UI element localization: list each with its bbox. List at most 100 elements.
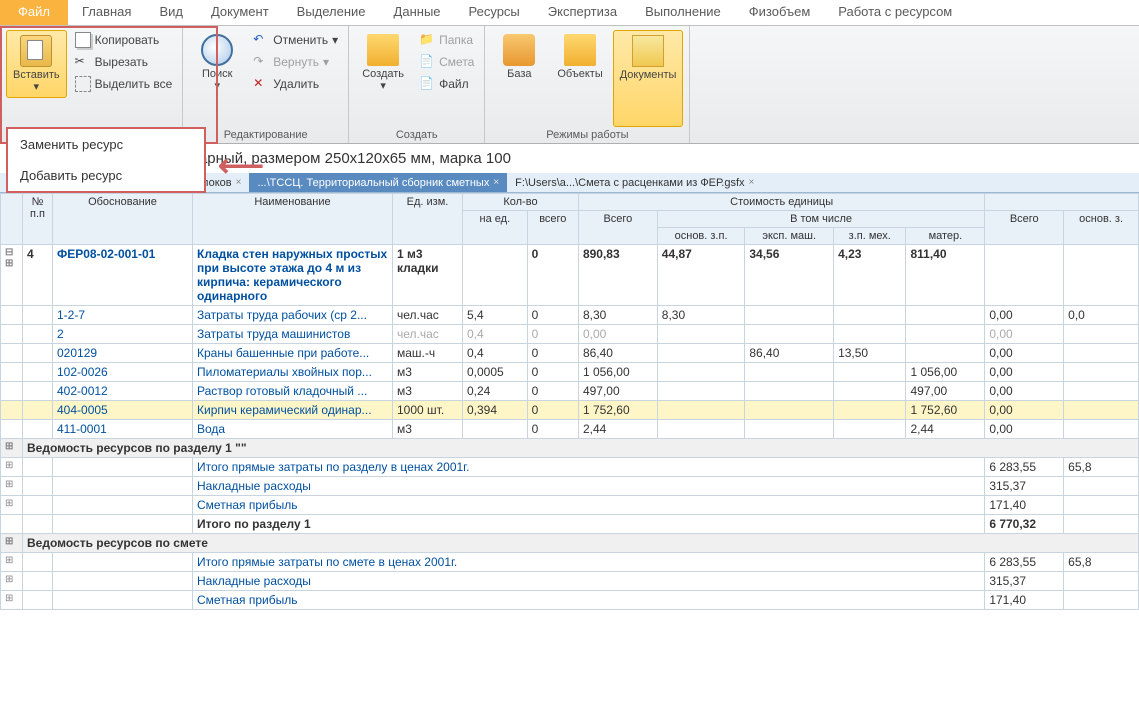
col-gbase[interactable]: основ. з. [1064, 211, 1139, 245]
cell[interactable]: чел.час [393, 306, 463, 325]
col-costtot[interactable]: Всего [578, 211, 657, 245]
col-no[interactable]: №п.п [23, 194, 53, 245]
cell[interactable]: 102-0026 [53, 363, 193, 382]
folder-button[interactable]: 📁Папка [415, 30, 478, 50]
documents-button[interactable]: Документы [613, 30, 684, 127]
cut-button[interactable]: ✂Вырезать [71, 52, 177, 72]
cell[interactable] [1064, 363, 1139, 382]
cell[interactable]: 1000 шт. [393, 401, 463, 420]
cell[interactable]: 0,24 [463, 382, 528, 401]
cell-name[interactable]: Вода [193, 420, 393, 439]
cell[interactable]: 86,40 [578, 344, 657, 363]
cell-name[interactable]: Кирпич керамический одинар... [193, 401, 393, 420]
cell[interactable] [23, 363, 53, 382]
cell[interactable] [1064, 344, 1139, 363]
expand-toggle[interactable] [1, 363, 23, 382]
close-icon[interactable]: × [493, 177, 499, 188]
cell[interactable]: 1 056,00 [578, 363, 657, 382]
col-gtotal[interactable]: Всего [985, 211, 1064, 245]
expand-toggle[interactable] [1, 306, 23, 325]
tab-main[interactable]: Главная [68, 0, 145, 25]
cell[interactable]: 0,0005 [463, 363, 528, 382]
cell[interactable] [834, 382, 906, 401]
cell[interactable]: 0 [527, 344, 578, 363]
cell-name[interactable]: Пиломатериалы хвойных пор... [193, 363, 393, 382]
col-qtytot[interactable]: всего [527, 211, 578, 245]
cell[interactable]: 0 [527, 401, 578, 420]
expand-toggle[interactable] [1, 325, 23, 344]
copy-button[interactable]: Копировать [71, 30, 177, 50]
cell[interactable] [463, 245, 528, 306]
cell[interactable]: 0,00 [985, 401, 1064, 420]
cell[interactable] [906, 306, 985, 325]
cell[interactable]: 0,00 [578, 325, 657, 344]
cell[interactable] [23, 420, 53, 439]
cell[interactable] [745, 382, 834, 401]
cell[interactable] [657, 420, 745, 439]
objects-button[interactable]: Объекты [551, 30, 608, 127]
cell[interactable] [834, 306, 906, 325]
cell[interactable] [657, 363, 745, 382]
cell-name[interactable]: Кладка стен наружных простых при высоте … [193, 245, 393, 306]
expand-toggle[interactable]: ⊟ ⊞ [1, 245, 23, 306]
cell[interactable] [1064, 325, 1139, 344]
cell[interactable]: м3 [393, 363, 463, 382]
col-cost[interactable]: Стоимость единицы [578, 194, 984, 211]
cell[interactable] [834, 420, 906, 439]
cell[interactable]: 0,0 [1064, 306, 1139, 325]
cell[interactable] [23, 344, 53, 363]
section-row[interactable]: ⊞Ведомость ресурсов по смете [1, 534, 1139, 553]
cell[interactable]: 890,83 [578, 245, 657, 306]
cell-name[interactable]: Затраты труда рабочих (ср 2... [193, 306, 393, 325]
cell[interactable]: 497,00 [906, 382, 985, 401]
cell[interactable]: 34,56 [745, 245, 834, 306]
cell[interactable] [23, 325, 53, 344]
dropdown-add-resource[interactable]: Добавить ресурс [8, 160, 204, 191]
cell[interactable]: 0,00 [985, 306, 1064, 325]
cell[interactable] [745, 401, 834, 420]
selectall-button[interactable]: Выделить все [71, 74, 177, 94]
close-icon[interactable]: × [749, 177, 755, 188]
cell[interactable] [745, 325, 834, 344]
cell[interactable]: 8,30 [657, 306, 745, 325]
expand-toggle[interactable] [1, 420, 23, 439]
tab-resources[interactable]: Ресурсы [455, 0, 534, 25]
cell[interactable]: 0 [527, 325, 578, 344]
table-row[interactable]: 2Затраты труда машинистов чел.час0,400,0… [1, 325, 1139, 344]
tab-file[interactable]: Файл [0, 0, 68, 25]
cell[interactable]: 0,00 [985, 420, 1064, 439]
cell[interactable] [906, 344, 985, 363]
cell[interactable]: 0,00 [985, 325, 1064, 344]
tab-view[interactable]: Вид [145, 0, 197, 25]
cell[interactable]: м3 [393, 420, 463, 439]
cell-name[interactable]: Раствор готовый кладочный ... [193, 382, 393, 401]
cell[interactable]: 0 [527, 363, 578, 382]
cell[interactable] [834, 325, 906, 344]
delete-button[interactable]: ✕Удалить [249, 74, 342, 94]
cell[interactable]: 411-0001 [53, 420, 193, 439]
dropdown-replace-resource[interactable]: Заменить ресурс [8, 129, 204, 160]
base-button[interactable]: База [491, 30, 547, 127]
doctab-3[interactable]: F:\Users\a...\Смета с расценками из ФЕР.… [507, 173, 762, 192]
cell[interactable]: 8,30 [578, 306, 657, 325]
search-button[interactable]: Поиск▾ [189, 30, 245, 127]
cell[interactable]: 1 056,00 [906, 363, 985, 382]
cell-name[interactable]: Затраты труда машинистов [193, 325, 393, 344]
redo-button[interactable]: ↷Вернуть ▾ [249, 52, 342, 72]
summary-row[interactable]: ⊞Итого прямые затраты по смете в ценах 2… [1, 553, 1139, 572]
file-button[interactable]: 📄Файл [415, 74, 478, 94]
cell[interactable]: 497,00 [578, 382, 657, 401]
cell-name[interactable]: Краны башенные при работе... [193, 344, 393, 363]
cell[interactable]: 1 752,60 [906, 401, 985, 420]
cell[interactable]: 2,44 [578, 420, 657, 439]
total-row[interactable]: Итого по разделу 16 770,32 [1, 515, 1139, 534]
doctab-2[interactable]: ...\ТССЦ. Территориальный сборник сметны… [249, 173, 507, 192]
cell[interactable] [985, 245, 1064, 306]
summary-row[interactable]: ⊞Накладные расходы315,37 [1, 572, 1139, 591]
cell[interactable] [745, 363, 834, 382]
cell[interactable]: 811,40 [906, 245, 985, 306]
col-incl[interactable]: В том числе [657, 211, 985, 228]
cell[interactable]: 2 [53, 325, 193, 344]
cell[interactable] [834, 363, 906, 382]
col-qty[interactable]: Кол-во [463, 194, 579, 211]
